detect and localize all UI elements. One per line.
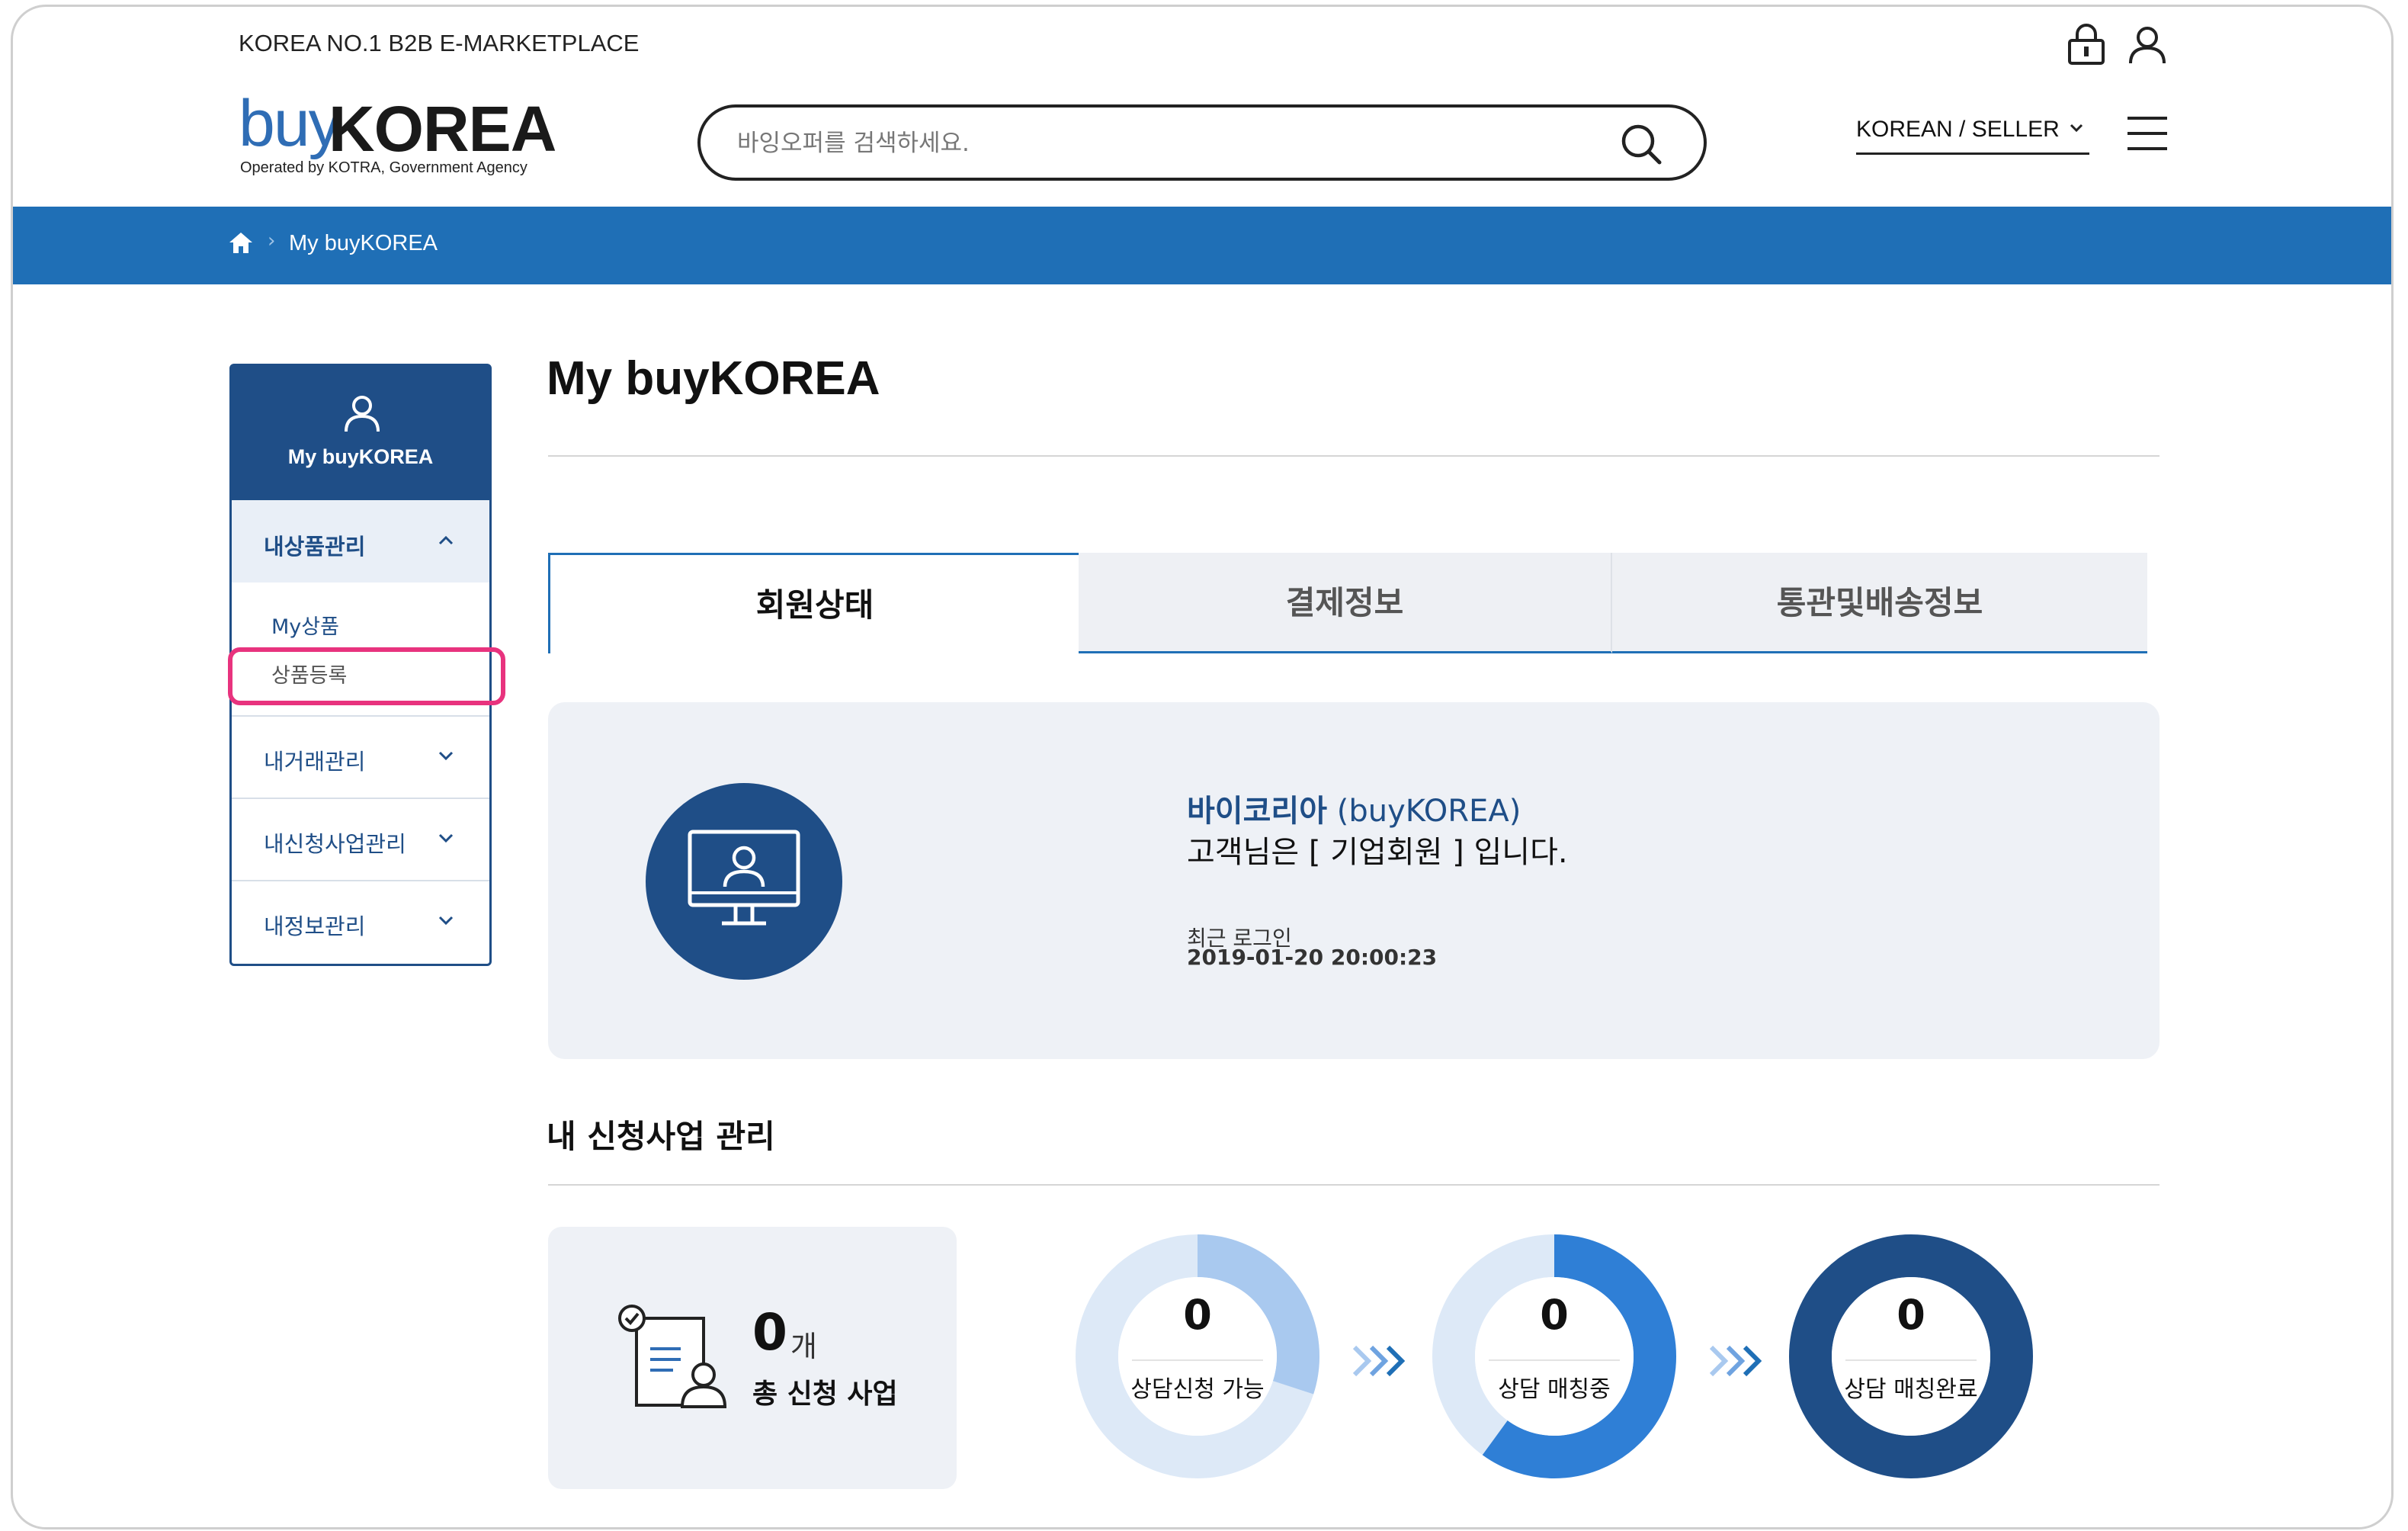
site-tagline: KOREA NO.1 B2B E-MARKETPLACE — [239, 30, 640, 56]
chevron-down-icon — [438, 751, 454, 761]
tab-payment-info[interactable]: 결제정보 — [1079, 553, 1612, 653]
total-label: 총 신청 사업 — [752, 1379, 898, 1410]
sidebar-item-label: 내정보관리 — [264, 913, 366, 939]
chevron-down-icon — [438, 833, 454, 843]
tab-member-status[interactable]: 회원상태 — [548, 553, 1082, 653]
stage-count: 0 — [1183, 1291, 1212, 1339]
highlight-box — [228, 647, 505, 705]
home-icon[interactable] — [228, 229, 254, 255]
member-status-panel: 바이코리아 (buyKOREA) 고객님은 [ 기업회원 ] 입니다. 최근 로… — [548, 702, 2160, 1059]
tab-bar: 회원상태 결제정보 통관및배송정보 — [548, 553, 2147, 653]
page-title: My buyKOREA — [547, 352, 880, 405]
total-business-card: 0 개 총 신청 사업 — [548, 1227, 957, 1489]
divider — [548, 1184, 2160, 1186]
stage-label: 상담신청 가능 — [1130, 1376, 1265, 1403]
divider — [1845, 1359, 1977, 1361]
divider — [1132, 1359, 1263, 1361]
sidebar-header: My buyKOREA — [232, 366, 489, 500]
browser-frame: KOREA NO.1 B2B E-MARKETPLACE buy KOREA O… — [11, 5, 2394, 1529]
chevron-double-right-icon — [1352, 1345, 1406, 1377]
donut-chart — [1076, 1234, 1319, 1478]
breadcrumb: › My buyKOREA — [13, 207, 2391, 284]
stage-consult-available: 0 상담신청 가능 — [1073, 1231, 1323, 1481]
member-name-en: (buyKOREA) — [1336, 794, 1521, 829]
stage-matching-complete: 0 상담 매칭완료 — [1786, 1231, 2036, 1481]
chevron-down-icon — [438, 916, 454, 926]
total-count: 0 — [752, 1303, 787, 1362]
user-icon[interactable] — [2126, 24, 2169, 66]
stage-count: 0 — [1540, 1291, 1569, 1339]
sidebar-subitem-my-products[interactable]: My상품 — [271, 610, 339, 640]
total-unit: 개 — [790, 1330, 817, 1363]
sidebar-title: My buyKOREA — [287, 445, 434, 468]
divider — [548, 455, 2160, 457]
member-name: 바이코리아 (buyKOREA) — [1187, 786, 1521, 830]
last-login-time: 2019-01-20 20:00:23 — [1187, 945, 1438, 970]
monitor-user-icon — [688, 830, 800, 926]
stage-label: 상담 매칭완료 — [1844, 1376, 1978, 1403]
chevron-double-right-icon — [1709, 1345, 1762, 1377]
document-user-icon — [618, 1305, 727, 1408]
breadcrumb-current[interactable]: My buyKOREA — [289, 231, 438, 256]
language-selector[interactable]: KOREAN / SELLER — [1856, 117, 2089, 155]
breadcrumb-separator: › — [268, 229, 276, 252]
member-avatar — [646, 783, 842, 980]
divider — [1489, 1359, 1620, 1361]
chevron-up-icon — [438, 535, 454, 545]
sidebar-item-label: 내신청사업관리 — [264, 831, 406, 857]
sidebar-item-business-management[interactable]: 내신청사업관리 — [232, 798, 489, 881]
search-icon[interactable] — [1618, 121, 1664, 167]
search-input[interactable] — [736, 121, 1577, 165]
donut-chart — [1432, 1234, 1676, 1478]
donut-chart — [1789, 1234, 2033, 1478]
sidebar-item-label: 내거래관리 — [264, 749, 366, 775]
language-label: KOREAN / SELLER — [1856, 117, 2060, 142]
lock-icon[interactable] — [2067, 24, 2106, 66]
member-name-ko: 바이코리아 — [1187, 794, 1327, 829]
sidebar-item-transaction-management[interactable]: 내거래관리 — [232, 715, 489, 799]
section-title: 내 신청사업 관리 — [547, 1118, 775, 1155]
tab-customs-shipping-info[interactable]: 통관및배송정보 — [1612, 553, 2147, 653]
stage-matching-in-progress: 0 상담 매칭중 — [1429, 1231, 1679, 1481]
sidebar-item-info-management[interactable]: 내정보관리 — [232, 880, 489, 964]
buykorea-logo[interactable]: buy KOREA Operated by KOTRA, Government … — [239, 87, 556, 184]
stage-count: 0 — [1897, 1291, 1925, 1339]
chevron-down-icon — [2070, 124, 2083, 133]
hamburger-menu-icon[interactable] — [2127, 117, 2167, 152]
member-status-text: 고객님은 [ 기업회원 ] 입니다. — [1187, 835, 1568, 870]
user-icon — [345, 396, 380, 432]
stage-label: 상담 매칭중 — [1498, 1376, 1611, 1403]
sidebar-item-label: 내상품관리 — [264, 534, 366, 560]
sidebar-item-product-management[interactable]: 내상품관리 — [232, 500, 489, 583]
search-bar — [697, 104, 1707, 181]
